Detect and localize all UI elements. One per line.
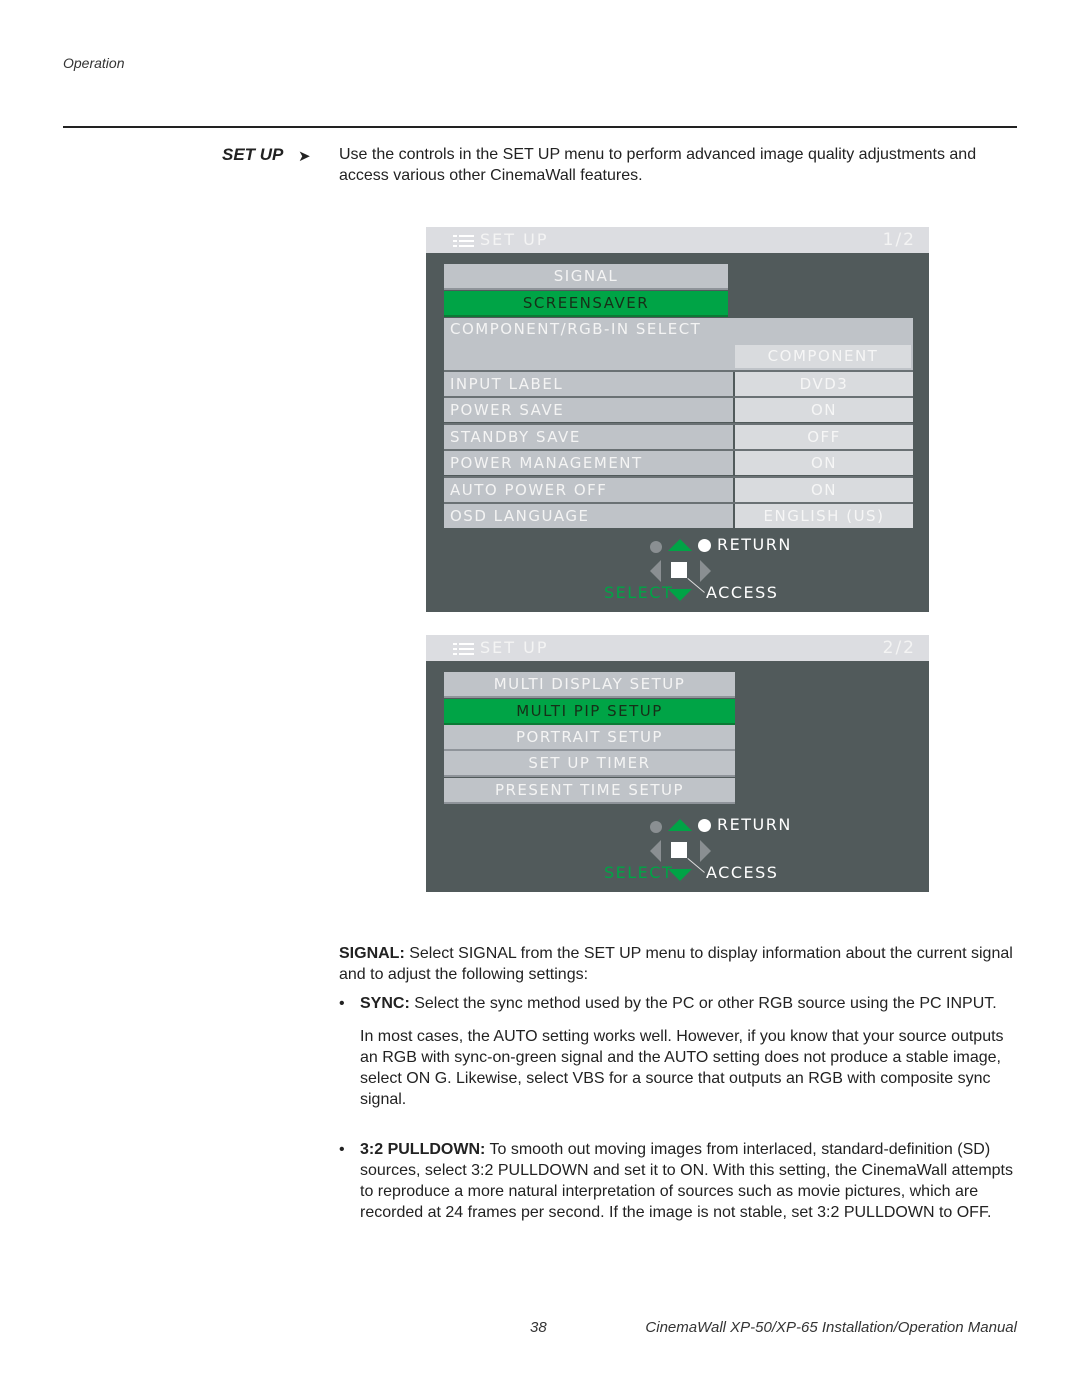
menu-list-icon <box>453 643 474 655</box>
setting-auto-power-off[interactable]: AUTO POWER OFF ON <box>444 476 913 502</box>
setting-label: POWER SAVE <box>444 398 733 422</box>
setting-standby-save[interactable]: STANDBY SAVE OFF <box>444 423 913 449</box>
setting-label: COMPONENT/RGB-IN SELECT <box>450 320 702 338</box>
arrow-down-icon <box>668 589 692 601</box>
setting-component-rgb-select[interactable]: COMPONENT/RGB-IN SELECT COMPONENT <box>444 318 913 370</box>
setting-label: STANDBY SAVE <box>444 425 733 449</box>
setting-label: AUTO POWER OFF <box>444 478 733 502</box>
page-number: 38 <box>530 1319 547 1336</box>
bullet-pulldown: • 3:2 PULLDOWN: To smooth out moving ima… <box>339 1139 1024 1223</box>
osd-title: SET UP <box>480 638 549 657</box>
access-label: ACCESS <box>706 863 779 882</box>
return-label: RETURN <box>717 815 792 834</box>
menu-item-multi-pip-setup[interactable]: MULTI PIP SETUP <box>444 699 735 725</box>
setting-power-management[interactable]: POWER MANAGEMENT ON <box>444 449 913 475</box>
setup-intro: Use the controls in the SET UP menu to p… <box>339 146 977 184</box>
setting-value[interactable]: ON <box>735 398 913 422</box>
menu-item-screensaver[interactable]: SCREENSAVER <box>444 291 728 317</box>
circle-return-icon <box>698 539 711 552</box>
square-enter-icon <box>671 842 687 858</box>
setting-label: INPUT LABEL <box>444 372 733 396</box>
setting-value[interactable]: COMPONENT <box>735 345 911 368</box>
menu-list-icon <box>453 235 474 247</box>
pulldown-term: 3:2 PULLDOWN: <box>360 1141 486 1158</box>
menu-item-portrait-setup[interactable]: PORTRAIT SETUP <box>444 725 735 751</box>
arrow-up-icon <box>668 819 692 831</box>
setup-heading: SET UP <box>222 145 284 164</box>
sync-extra: In most cases, the AUTO setting works we… <box>360 1028 1004 1108</box>
setting-value[interactable]: DVD3 <box>735 372 913 396</box>
setting-power-save[interactable]: POWER SAVE ON <box>444 396 913 422</box>
circle-return-icon <box>698 819 711 832</box>
setting-value[interactable]: ON <box>735 451 913 475</box>
arrow-left-icon <box>650 840 661 862</box>
osd-title: SET UP <box>480 230 549 249</box>
signal-term: SIGNAL: <box>339 945 405 962</box>
arrow-right-icon <box>700 560 711 582</box>
menu-item-present-time-setup[interactable]: PRESENT TIME SETUP <box>444 778 735 804</box>
osd-page-indicator: 1/2 <box>882 230 916 250</box>
menu-item-set-up-timer[interactable]: SET UP TIMER <box>444 751 735 777</box>
setting-value[interactable]: OFF <box>735 425 913 449</box>
setting-label: OSD LANGUAGE <box>444 504 733 528</box>
sync-term: SYNC: <box>360 995 410 1012</box>
signal-text: Select SIGNAL from the SET UP menu to di… <box>339 945 1013 983</box>
setting-value[interactable]: ENGLISH (US) <box>735 504 913 528</box>
arrow-down-icon <box>668 869 692 881</box>
osd-title-bar: SET UP 1/2 <box>426 227 929 253</box>
footer-title: CinemaWall XP-50/XP-65 Installation/Oper… <box>645 1319 1017 1336</box>
navigation-legend: RETURN SELECT ACCESS <box>596 531 936 611</box>
header-rule <box>63 126 1017 128</box>
bullet-icon: • <box>339 1141 345 1158</box>
navigation-legend: RETURN SELECT ACCESS <box>596 811 936 891</box>
sync-text: Select the sync method used by the PC or… <box>409 995 997 1012</box>
bullet-icon: • <box>339 995 345 1012</box>
arrow-up-icon <box>668 539 692 551</box>
setting-osd-language[interactable]: OSD LANGUAGE ENGLISH (US) <box>444 502 913 528</box>
arrow-right-icon <box>700 840 711 862</box>
setting-label: POWER MANAGEMENT <box>444 451 733 475</box>
signal-paragraph: SIGNAL: Select SIGNAL from the SET UP me… <box>339 943 1024 985</box>
menu-item-signal[interactable]: SIGNAL <box>444 264 728 290</box>
osd-title-bar: SET UP 2/2 <box>426 635 929 661</box>
setting-value[interactable]: ON <box>735 478 913 502</box>
setting-input-label[interactable]: INPUT LABEL DVD3 <box>444 370 913 396</box>
menu-item-multi-display-setup[interactable]: MULTI DISPLAY SETUP <box>444 672 735 698</box>
arrow-left-icon <box>650 560 661 582</box>
return-label: RETURN <box>717 535 792 554</box>
circle-gray-icon <box>650 821 662 833</box>
square-enter-icon <box>671 562 687 578</box>
arrow-right-icon: ➤ <box>298 148 311 165</box>
circle-gray-icon <box>650 541 662 553</box>
section-header: Operation <box>63 55 125 71</box>
access-label: ACCESS <box>706 583 779 602</box>
osd-setup-page-2: SET UP 2/2 MULTI DISPLAY SETUP MULTI PIP… <box>426 635 929 892</box>
osd-setup-page-1: SET UP 1/2 SIGNAL SCREENSAVER COMPONENT/… <box>426 227 929 612</box>
select-label: SELECT <box>604 863 674 882</box>
select-label: SELECT <box>604 583 674 602</box>
osd-page-indicator: 2/2 <box>882 638 916 658</box>
bullet-sync: • SYNC: Select the sync method used by t… <box>339 993 1024 1110</box>
